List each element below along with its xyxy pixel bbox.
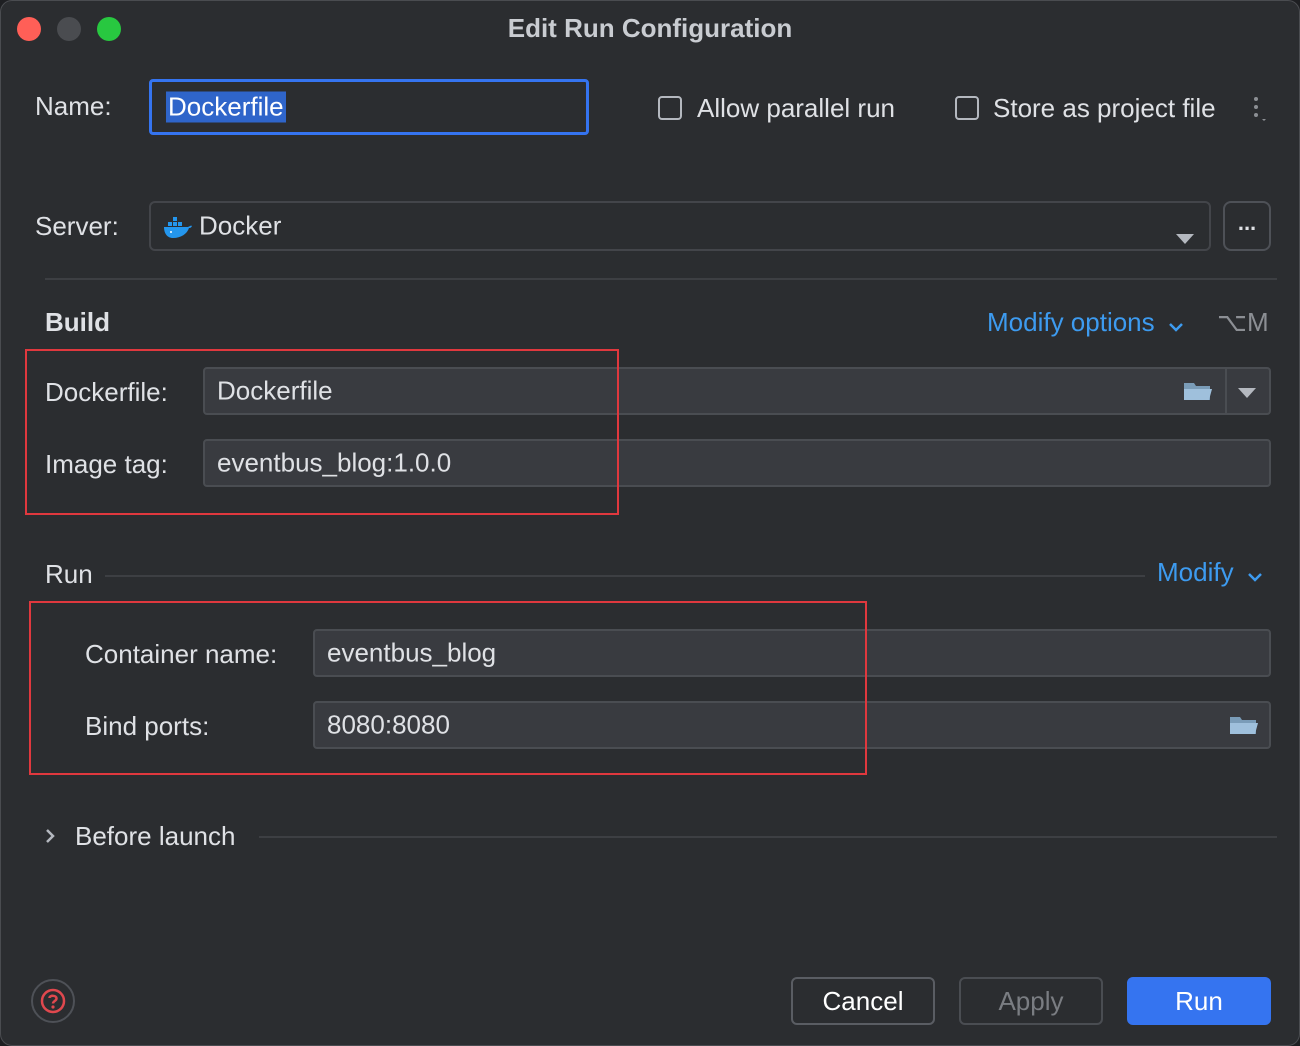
edit-run-configuration-dialog: Edit Run Configuration Name: Dockerfile … [0, 0, 1300, 1046]
server-select-value: Docker [199, 210, 282, 241]
run-button[interactable]: Run [1127, 977, 1271, 1025]
modify-options-label: Modify options [987, 307, 1155, 337]
store-as-project-file-checkbox[interactable] [955, 96, 979, 120]
name-label: Name: [35, 91, 112, 121]
modify-options-link[interactable]: Modify options [987, 307, 1184, 340]
allow-parallel-run-label[interactable]: Allow parallel run [697, 93, 895, 124]
divider [45, 278, 1277, 280]
build-highlight-box [25, 349, 619, 515]
name-input[interactable]: Dockerfile [149, 79, 589, 135]
modify-label: Modify [1157, 557, 1234, 587]
chevron-down-icon [1175, 221, 1195, 252]
divider [105, 575, 1145, 577]
server-more-button[interactable]: ... [1223, 201, 1271, 251]
cancel-button[interactable]: Cancel [791, 977, 935, 1025]
chevron-right-icon [43, 827, 57, 850]
help-button[interactable] [31, 979, 75, 1023]
server-label: Server: [35, 211, 119, 241]
chevron-down-icon [1168, 309, 1184, 340]
chevron-down-icon [1247, 559, 1263, 590]
name-input-value: Dockerfile [166, 91, 286, 123]
build-section-title: Build [45, 307, 110, 337]
divider [259, 836, 1277, 838]
folder-icon[interactable] [1183, 379, 1213, 408]
before-launch-label: Before launch [75, 821, 236, 851]
store-as-project-file-label[interactable]: Store as project file [993, 93, 1216, 124]
chevron-down-icon[interactable] [1237, 386, 1257, 404]
docker-icon [163, 214, 193, 247]
help-icon [40, 988, 66, 1014]
server-select[interactable]: Docker [149, 201, 1211, 251]
apply-button[interactable]: Apply [959, 977, 1103, 1025]
folder-icon[interactable] [1229, 713, 1259, 742]
divider [1225, 369, 1227, 413]
allow-parallel-run-checkbox[interactable] [658, 96, 682, 120]
more-options-icon[interactable] [1251, 95, 1271, 123]
run-highlight-box [29, 601, 867, 775]
modify-link[interactable]: Modify [1157, 557, 1263, 590]
before-launch-toggle[interactable]: Before launch [41, 819, 261, 855]
title-bar: Edit Run Configuration [1, 1, 1299, 55]
window-title: Edit Run Configuration [507, 13, 793, 43]
run-section-title: Run [45, 559, 93, 589]
modify-options-shortcut: ⌥M [1217, 307, 1269, 337]
